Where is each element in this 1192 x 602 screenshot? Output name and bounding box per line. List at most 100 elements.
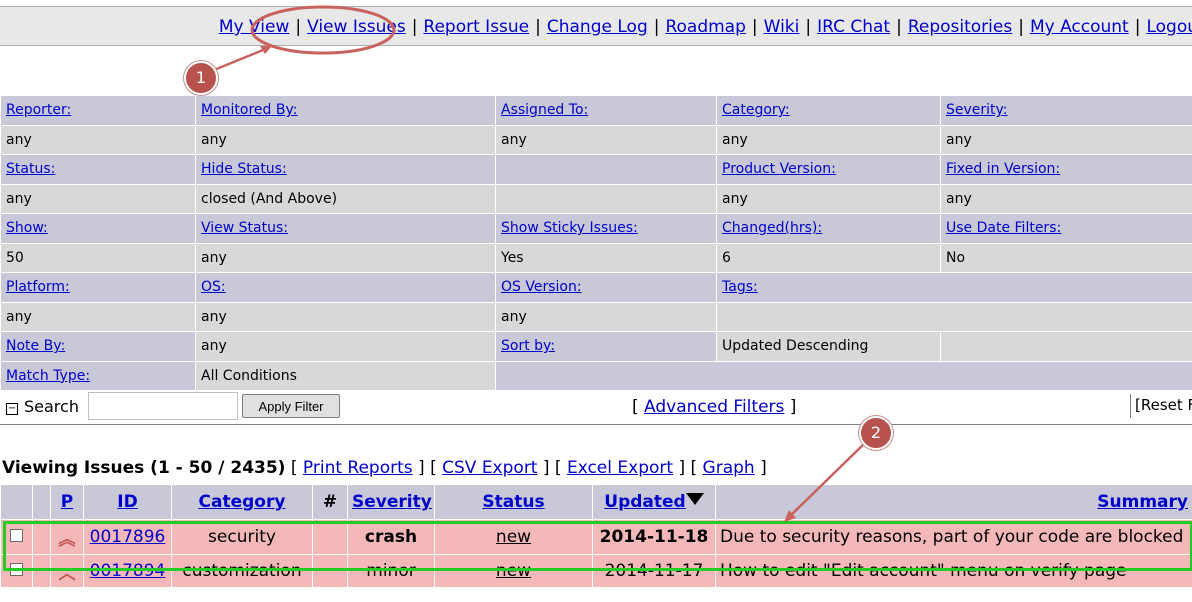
print-reports-link[interactable]: Print Reports: [303, 458, 413, 478]
row-spacer: [32, 554, 51, 588]
filter-label-platform[interactable]: Platform:: [0, 272, 196, 303]
issue-summary[interactable]: Due to security reasons, part of your co…: [715, 519, 1192, 555]
header-notes-count: #: [312, 484, 348, 520]
filter-label-fixed-in-version[interactable]: Fixed in Version:: [940, 154, 1192, 185]
callout-badge-1: 1: [184, 61, 218, 95]
filter-value-changed-hrs: 6: [716, 242, 941, 273]
menu-my-view[interactable]: My View: [219, 17, 289, 37]
filter-value-tags: [716, 301, 1192, 332]
advanced-filters: [ Advanced Filters ]: [632, 397, 796, 417]
menu-logout[interactable]: Logou: [1146, 17, 1192, 37]
filter-value-row: any closed (And Above) any any: [0, 183, 1192, 214]
search-input[interactable]: [88, 392, 238, 420]
sort-descending-icon: [685, 493, 704, 505]
arrowhead-1: [260, 46, 272, 54]
issue-status: new: [434, 519, 593, 555]
filter-empty-cell: [495, 154, 717, 185]
filter-label-monitored-by[interactable]: Monitored By:: [195, 95, 496, 126]
callout-badge-2: 2: [859, 416, 893, 450]
header-updated[interactable]: Updated: [592, 484, 716, 520]
filter-value-product-version: any: [716, 183, 941, 214]
filter-value-hide-status: closed (And Above): [195, 183, 496, 214]
filter-value-reporter: any: [0, 124, 196, 155]
issue-category: security: [171, 519, 313, 555]
filter-label-os[interactable]: OS:: [195, 272, 496, 303]
excel-export-link[interactable]: Excel Export: [567, 458, 673, 478]
filter-label-row: Show: View Status: Show Sticky Issues: C…: [0, 213, 1192, 244]
issue-id[interactable]: 0017894: [83, 554, 172, 588]
menu-repositories[interactable]: Repositories: [908, 17, 1012, 37]
filter-label-os-version[interactable]: OS Version:: [495, 272, 717, 303]
header-status[interactable]: Status: [434, 484, 593, 520]
issue-updated: 2014-11-17: [592, 554, 716, 588]
filter-label-reporter[interactable]: Reporter:: [0, 95, 196, 126]
filter-value-severity: any: [940, 124, 1192, 155]
top-menu-bar: My View | View Issues | Report Issue | Change …: [0, 6, 1192, 46]
filter-value-note-by: any: [195, 331, 496, 362]
menu-irc-chat[interactable]: IRC Chat: [817, 17, 890, 37]
apply-filter-button[interactable]: Apply Filter: [242, 394, 340, 418]
collapse-icon[interactable]: −: [6, 403, 18, 415]
checkbox-icon[interactable]: [10, 563, 23, 576]
menu-separator: |: [805, 17, 812, 37]
filter-label-status[interactable]: Status:: [0, 154, 196, 185]
issue-status: new: [434, 554, 593, 588]
filter-label-severity[interactable]: Severity:: [940, 95, 1192, 126]
header-category[interactable]: Category: [171, 484, 313, 520]
filter-label-product-version[interactable]: Product Version:: [716, 154, 941, 185]
filter-label-hide-status[interactable]: Hide Status:: [195, 154, 496, 185]
filter-label-show-sticky[interactable]: Show Sticky Issues:: [495, 213, 717, 244]
filter-value-use-date-filters: No: [940, 242, 1192, 273]
menu-links: My View | View Issues | Report Issue | Change …: [219, 17, 1192, 37]
menu-separator: |: [1018, 17, 1024, 37]
menu-separator: |: [1134, 17, 1141, 37]
header-summary[interactable]: Summary: [715, 484, 1192, 520]
issue-id[interactable]: 0017896: [83, 519, 172, 555]
issue-notes-count: [312, 519, 348, 555]
graph-link[interactable]: Graph: [703, 458, 755, 478]
filter-value-row: 50 any Yes 6 No: [0, 242, 1192, 273]
search-toggle[interactable]: − Search: [6, 397, 79, 416]
filter-value-show: 50: [0, 242, 196, 273]
header-severity[interactable]: Severity: [347, 484, 435, 520]
header-id[interactable]: ID: [83, 484, 172, 520]
callout-arrow-1: [213, 46, 269, 72]
menu-wiki[interactable]: Wiki: [764, 17, 800, 37]
filter-value-assigned-to: any: [495, 124, 717, 155]
table-row[interactable]: ︿ 0017894 customization minor new 2014-1…: [0, 554, 1192, 588]
filter-label-view-status[interactable]: View Status:: [195, 213, 496, 244]
issue-summary[interactable]: How to edit "Edit account" menu on verif…: [715, 554, 1192, 588]
menu-roadmap[interactable]: Roadmap: [665, 17, 745, 37]
filter-label-sort-by[interactable]: Sort by:: [495, 331, 717, 362]
menu-report-issue[interactable]: Report Issue: [423, 17, 529, 37]
filter-label-assigned-to[interactable]: Assigned To:: [495, 95, 717, 126]
issue-category: customization: [171, 554, 313, 588]
menu-separator: |: [653, 17, 660, 37]
search-label: Search: [24, 397, 79, 416]
filter-value-view-status: any: [195, 242, 496, 273]
issues-table: P ID Category # Severity Status Updated …: [0, 484, 1192, 588]
reset-filter-button[interactable]: [Reset F: [1130, 394, 1192, 418]
filter-label-show[interactable]: Show:: [0, 213, 196, 244]
advanced-filters-link[interactable]: Advanced Filters: [644, 397, 784, 417]
filter-label-note-by[interactable]: Note By:: [0, 331, 196, 362]
row-checkbox[interactable]: [0, 519, 33, 555]
header-priority[interactable]: P: [50, 484, 84, 520]
table-row[interactable]: ︽ 0017896 security crash new 2014-11-18 …: [0, 519, 1192, 555]
csv-export-link[interactable]: CSV Export: [442, 458, 537, 478]
filter-label-tags[interactable]: Tags:: [716, 272, 1192, 303]
menu-change-log[interactable]: Change Log: [547, 17, 648, 37]
filter-value-sort-by: Updated Descending: [716, 331, 941, 362]
row-spacer: [32, 519, 51, 555]
header-select: [0, 484, 33, 520]
priority-high-icon: ︽: [50, 519, 84, 555]
header-updated-label[interactable]: Updated: [604, 492, 685, 512]
filter-label-category[interactable]: Category:: [716, 95, 941, 126]
menu-my-account[interactable]: My Account: [1030, 17, 1129, 37]
issue-severity: crash: [347, 519, 435, 555]
filter-label-use-date-filters[interactable]: Use Date Filters:: [940, 213, 1192, 244]
menu-view-issues[interactable]: View Issues: [307, 17, 406, 37]
filter-label-changed-hrs[interactable]: Changed(hrs):: [716, 213, 941, 244]
row-checkbox[interactable]: [0, 554, 33, 588]
checkbox-icon[interactable]: [10, 529, 23, 542]
